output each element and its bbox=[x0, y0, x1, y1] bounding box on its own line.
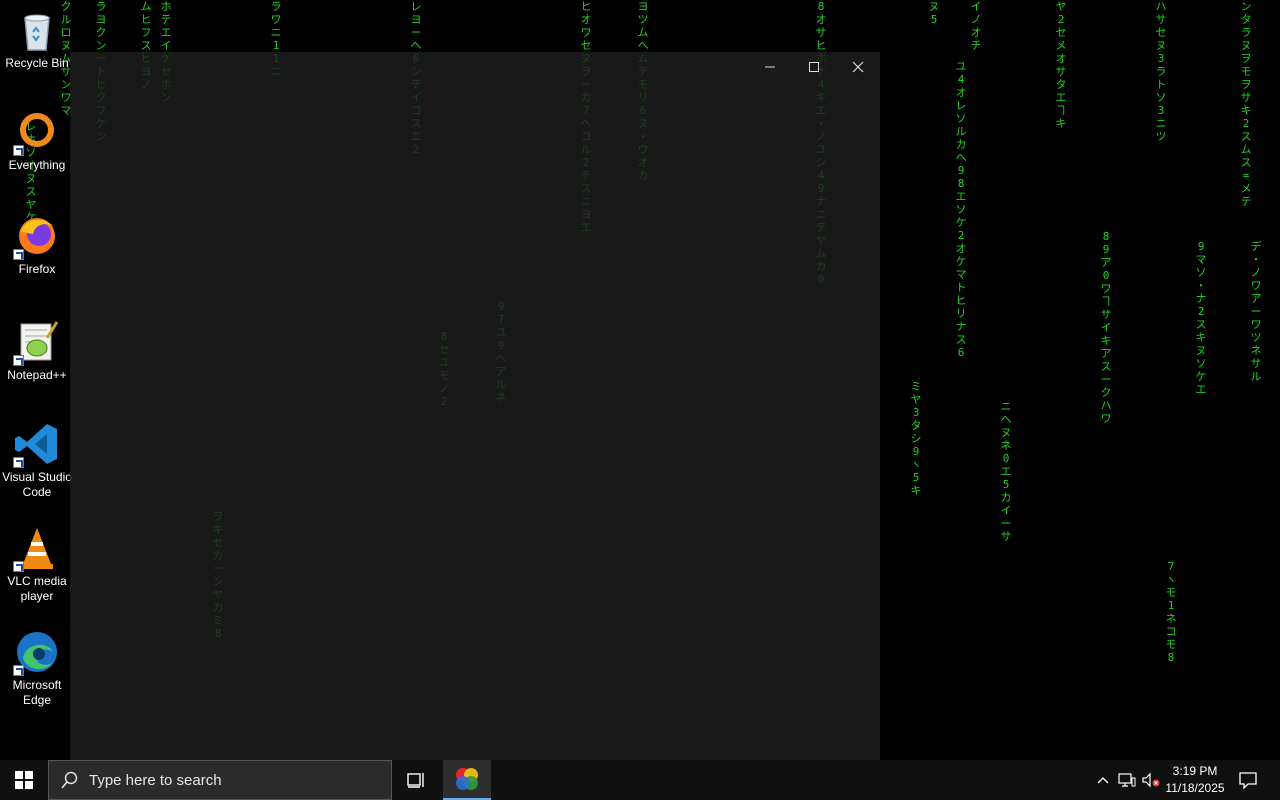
icon-label: Visual Studio Code bbox=[2, 470, 72, 499]
volume-muted-icon bbox=[1142, 772, 1160, 788]
desktop-icon-vlc[interactable]: VLC media player bbox=[2, 524, 72, 604]
start-button[interactable] bbox=[0, 760, 48, 800]
desktop-icon-notepad-plus-plus[interactable]: Notepad++ bbox=[2, 318, 72, 383]
minimize-button[interactable] bbox=[748, 52, 792, 82]
notepad-plus-plus-icon bbox=[13, 318, 61, 366]
shortcut-arrow-icon bbox=[13, 457, 24, 468]
chevron-up-icon bbox=[1097, 777, 1109, 784]
vlc-icon bbox=[13, 524, 61, 572]
clock[interactable]: 3:19 PM 11/18/2025 bbox=[1160, 760, 1230, 800]
shortcut-arrow-icon bbox=[13, 249, 24, 260]
icon-label: Microsoft Edge bbox=[12, 678, 62, 707]
desktop-icon-everything[interactable]: Everything bbox=[2, 108, 72, 173]
icon-label: Firefox bbox=[18, 262, 56, 276]
ghost-window[interactable] bbox=[70, 52, 880, 760]
close-icon bbox=[852, 61, 864, 73]
notification-button[interactable] bbox=[1232, 760, 1264, 800]
desktop-icon-edge[interactable]: Microsoft Edge bbox=[2, 628, 72, 708]
shortcut-arrow-icon bbox=[13, 561, 24, 572]
shortcut-arrow-icon bbox=[13, 355, 24, 366]
search-placeholder: Type here to search bbox=[89, 771, 222, 789]
minimize-icon bbox=[765, 66, 775, 68]
icon-label: Notepad++ bbox=[7, 368, 67, 382]
everything-search-icon bbox=[13, 108, 61, 156]
volume-button[interactable] bbox=[1140, 760, 1162, 800]
vscode-icon bbox=[13, 420, 61, 468]
show-hidden-icons-button[interactable] bbox=[1092, 760, 1114, 800]
icon-label: Everything bbox=[8, 158, 66, 172]
network-button[interactable] bbox=[1116, 760, 1138, 800]
search-box[interactable]: Type here to search bbox=[48, 760, 392, 800]
shortcut-arrow-icon bbox=[13, 665, 24, 676]
task-view-icon bbox=[407, 773, 424, 788]
desktop-icon-vscode[interactable]: Visual Studio Code bbox=[2, 420, 72, 500]
recycle-bin-icon bbox=[13, 6, 61, 54]
clock-time: 3:19 PM bbox=[1172, 764, 1218, 778]
action-center-icon bbox=[1239, 772, 1257, 789]
windows-start-icon bbox=[15, 771, 33, 789]
edge-icon bbox=[13, 628, 61, 676]
icon-label: Recycle Bin bbox=[5, 56, 69, 70]
color-wheel-app-icon bbox=[456, 768, 478, 790]
task-view-button[interactable] bbox=[394, 760, 438, 800]
maximize-icon bbox=[809, 62, 819, 72]
desktop-icon-recycle-bin[interactable]: Recycle Bin bbox=[2, 6, 72, 71]
close-button[interactable] bbox=[836, 52, 880, 82]
shortcut-arrow-icon bbox=[13, 145, 24, 156]
taskbar-app-button[interactable] bbox=[443, 760, 491, 800]
icon-label: VLC media player bbox=[7, 574, 67, 603]
search-icon bbox=[61, 771, 78, 789]
taskbar: Type here to search 3:19 PM 11/18/2025 bbox=[0, 760, 1280, 800]
firefox-icon bbox=[13, 212, 61, 260]
clock-date: 11/18/2025 bbox=[1165, 781, 1225, 795]
desktop-icon-firefox[interactable]: Firefox bbox=[2, 212, 72, 277]
maximize-button[interactable] bbox=[792, 52, 836, 82]
network-icon bbox=[1118, 773, 1136, 787]
